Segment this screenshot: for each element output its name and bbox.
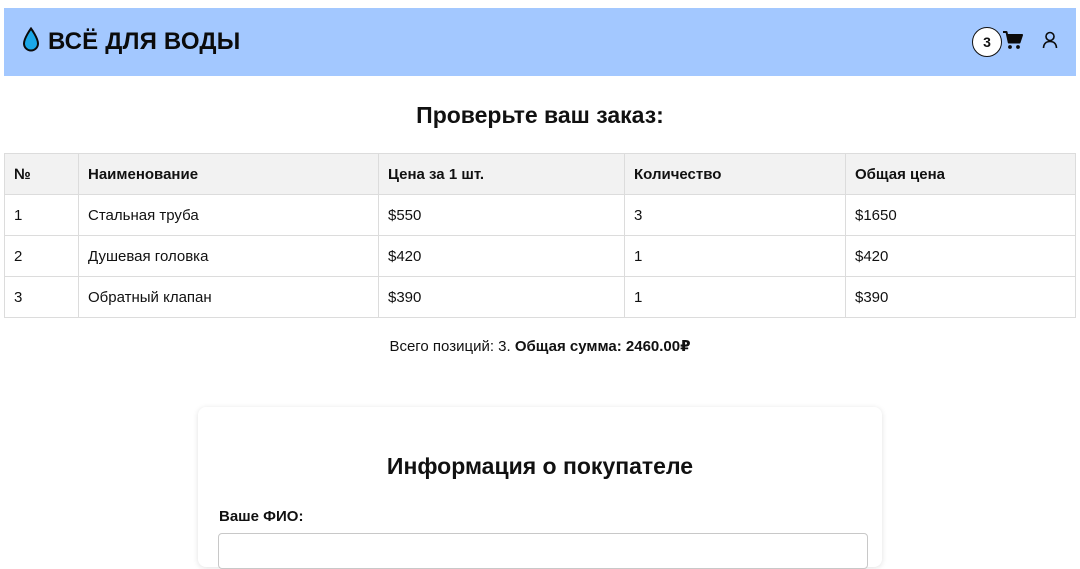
customer-info-title: Информация о покупателе <box>386 453 694 479</box>
order-summary: Всего позиций: 3. Общая сумма: 2460.00₽ <box>0 337 1080 355</box>
full-name-label: Ваше ФИО: <box>219 508 304 525</box>
column-header-number: № <box>4 153 79 195</box>
cell-total-price: $1650 <box>845 194 1076 236</box>
cell-number: 2 <box>4 235 79 277</box>
cart-button[interactable]: 3 <box>972 27 1024 57</box>
cell-total-price: $390 <box>845 276 1076 318</box>
shopping-cart-icon <box>1002 30 1024 55</box>
cell-name: Душевая головка <box>78 235 379 277</box>
column-header-name: Наименование <box>78 153 379 195</box>
summary-total: Общая сумма: 2460.00₽ <box>514 338 691 355</box>
table-row: 1 Стальная труба $550 3 $1650 <box>4 194 1076 236</box>
cell-unit-price: $550 <box>378 194 625 236</box>
column-header-quantity: Количество <box>624 153 846 195</box>
header-actions: 3 <box>972 27 1058 57</box>
table-row: 2 Душевая головка $420 1 $420 <box>4 235 1076 277</box>
cell-unit-price: $390 <box>378 276 625 318</box>
site-header: ВСЁ ДЛЯ ВОДЫ 3 <box>4 8 1076 76</box>
column-header-total-price: Общая цена <box>845 153 1076 195</box>
full-name-input[interactable] <box>218 533 868 569</box>
page-title: Проверьте ваш заказ: <box>416 102 664 128</box>
column-header-unit-price: Цена за 1 шт. <box>378 153 625 195</box>
cell-number: 1 <box>4 194 79 236</box>
cart-count-badge: 3 <box>972 27 1002 57</box>
user-icon <box>1042 31 1058 54</box>
table-row: 3 Обратный клапан $390 1 $390 <box>4 276 1076 318</box>
cell-number: 3 <box>4 276 79 318</box>
cell-quantity: 1 <box>624 235 846 277</box>
cell-total-price: $420 <box>845 235 1076 277</box>
brand-logo[interactable]: ВСЁ ДЛЯ ВОДЫ <box>22 26 241 58</box>
user-account-button[interactable] <box>1042 31 1058 54</box>
brand-title: ВСЁ ДЛЯ ВОДЫ <box>48 28 241 55</box>
cell-name: Обратный клапан <box>78 276 379 318</box>
table-header-row: № Наименование Цена за 1 шт. Количество … <box>4 153 1076 195</box>
water-drop-icon <box>22 26 40 58</box>
cell-unit-price: $420 <box>378 235 625 277</box>
summary-item-count: Всего позиций: 3. <box>389 338 511 355</box>
cell-name: Стальная труба <box>78 194 379 236</box>
cell-quantity: 3 <box>624 194 846 236</box>
order-table: № Наименование Цена за 1 шт. Количество … <box>4 153 1076 318</box>
customer-info-form: Информация о покупателе Ваше ФИО: <box>198 407 882 569</box>
cell-quantity: 1 <box>624 276 846 318</box>
